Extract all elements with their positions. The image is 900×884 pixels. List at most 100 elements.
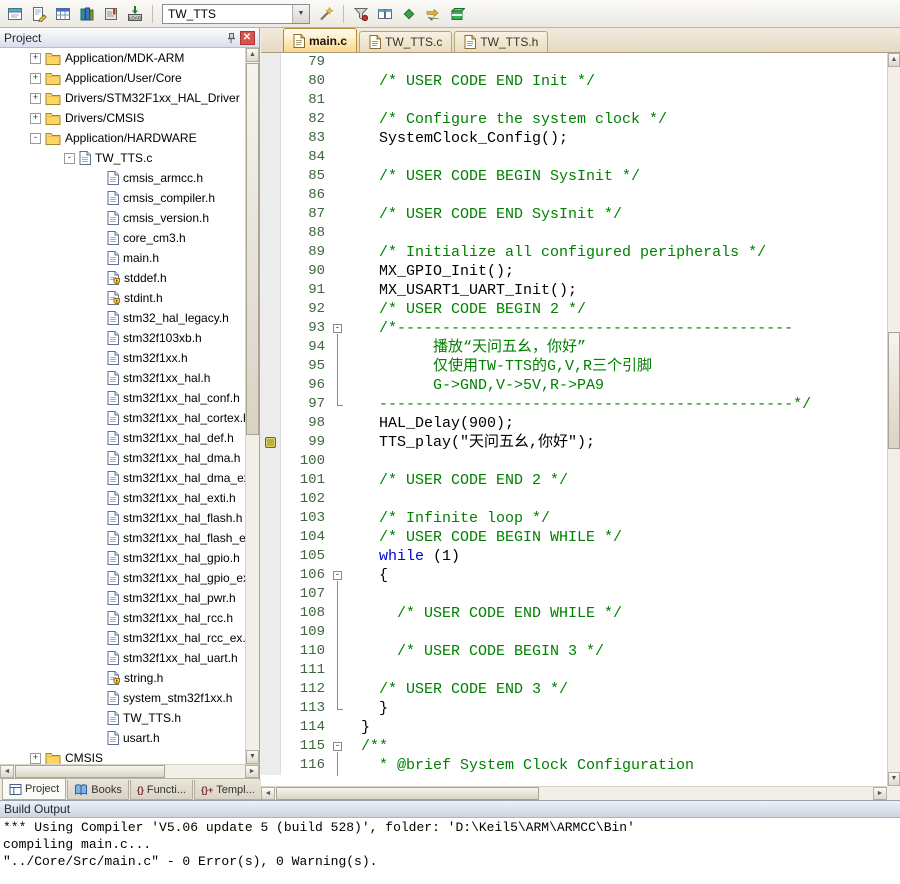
gutter-margin[interactable] (261, 395, 281, 414)
scroll-down-icon[interactable]: ▼ (888, 772, 900, 786)
panel-tab-templ[interactable]: {}+Templ... (194, 780, 262, 800)
tree-item[interactable]: stm32f1xx_hal_pwr.h (0, 588, 245, 608)
gutter-margin[interactable] (261, 756, 281, 775)
tree-item[interactable]: stm32f1xx.h (0, 348, 245, 368)
code-line[interactable]: 91 MX_USART1_UART_Init(); (261, 281, 887, 300)
code-line[interactable]: 109 (261, 623, 887, 642)
tree-item[interactable]: stdint.h (0, 288, 245, 308)
panel-tab-books[interactable]: Books (67, 780, 129, 800)
tree-item[interactable]: string.h (0, 668, 245, 688)
manage-rte-button[interactable] (398, 3, 420, 25)
editor-horizontal-scrollbar[interactable]: ◄ ► (261, 786, 887, 800)
code-line[interactable]: 110 /* USER CODE BEGIN 3 */ (261, 642, 887, 661)
select-software-packs-button[interactable] (422, 3, 444, 25)
gutter-margin[interactable] (261, 737, 281, 756)
fold-column[interactable]: - (331, 566, 345, 585)
gutter-margin[interactable] (261, 281, 281, 300)
tree-item[interactable]: stm32f1xx_hal_rcc.h (0, 608, 245, 628)
gutter-margin[interactable] (261, 452, 281, 471)
tree-expander-icon[interactable]: - (30, 133, 41, 144)
stop-build-button[interactable] (100, 3, 122, 25)
tree-item[interactable]: stm32f1xx_hal_uart.h (0, 648, 245, 668)
tree-item[interactable]: +CMSIS (0, 748, 245, 764)
gutter-margin[interactable] (261, 110, 281, 129)
close-panel-button[interactable]: ✕ (239, 30, 255, 45)
gutter-margin[interactable] (261, 509, 281, 528)
tree-item[interactable]: stm32f1xx_hal_gpio.h (0, 548, 245, 568)
tree-expander-icon[interactable]: + (30, 53, 41, 64)
scroll-right-icon[interactable]: ► (873, 787, 887, 800)
gutter-margin[interactable] (261, 91, 281, 110)
download-to-flash-button[interactable]: LOAD (124, 3, 146, 25)
scrollbar-thumb[interactable] (15, 765, 165, 778)
code-line[interactable]: 111 (261, 661, 887, 680)
gutter-margin[interactable] (261, 585, 281, 604)
code-line[interactable]: 89 /* Initialize all configured peripher… (261, 243, 887, 262)
tree-item[interactable]: stm32f1xx_hal_flash_ex.h (0, 528, 245, 548)
code-line[interactable]: 99 TTS_play("天问五幺,你好"); (261, 433, 887, 452)
gutter-margin[interactable] (261, 224, 281, 243)
code-line[interactable]: 92 /* USER CODE BEGIN 2 */ (261, 300, 887, 319)
tree-item[interactable]: -Application/HARDWARE (0, 128, 245, 148)
fold-column[interactable]: - (331, 319, 345, 338)
tree-item[interactable]: stm32f1xx_hal.h (0, 368, 245, 388)
gutter-margin[interactable] (261, 319, 281, 338)
scrollbar-thumb[interactable] (246, 63, 259, 435)
tree-item[interactable]: stm32f1xx_hal_exti.h (0, 488, 245, 508)
gutter-margin[interactable] (261, 680, 281, 699)
tree-item[interactable]: stddef.h (0, 268, 245, 288)
code-line[interactable]: 82 /* Configure the system clock */ (261, 110, 887, 129)
code-line[interactable]: 105 while (1) (261, 547, 887, 566)
panel-tab-project[interactable]: Project (2, 778, 66, 800)
code-line[interactable]: 106- { (261, 566, 887, 585)
tree-item[interactable]: cmsis_armcc.h (0, 168, 245, 188)
tree-item[interactable]: stm32f103xb.h (0, 328, 245, 348)
code-area[interactable]: 7980 /* USER CODE END Init */8182 /* Con… (261, 53, 887, 786)
options-for-target-button[interactable] (315, 3, 337, 25)
code-line[interactable]: 96 G->GND,V->5V,R->PA9 (261, 376, 887, 395)
gutter-margin[interactable] (261, 205, 281, 224)
gutter-margin[interactable] (261, 300, 281, 319)
editor-vertical-scrollbar[interactable]: ▲ ▼ (887, 53, 900, 786)
gutter-margin[interactable] (261, 338, 281, 357)
code-line[interactable]: 101 /* USER CODE END 2 */ (261, 471, 887, 490)
fold-collapse-icon[interactable]: - (333, 571, 342, 580)
code-line[interactable]: 102 (261, 490, 887, 509)
tree-item[interactable]: stm32f1xx_hal_cortex.h (0, 408, 245, 428)
tree-item[interactable]: stm32f1xx_hal_dma_ex.h (0, 468, 245, 488)
gutter-margin[interactable] (261, 528, 281, 547)
pack-installer-button[interactable] (446, 3, 468, 25)
code-line[interactable]: 116 * @brief System Clock Configuration (261, 756, 887, 775)
scrollbar-thumb[interactable] (888, 332, 900, 449)
fold-column[interactable]: - (331, 737, 345, 756)
code-line[interactable]: 97 -------------------------------------… (261, 395, 887, 414)
code-line[interactable]: 79 (261, 53, 887, 72)
scrollbar-thumb[interactable] (276, 787, 539, 800)
tree-item[interactable]: TW_TTS.h (0, 708, 245, 728)
fold-collapse-icon[interactable]: - (333, 324, 342, 333)
gutter-margin[interactable] (261, 376, 281, 395)
tree-item[interactable]: system_stm32f1xx.h (0, 688, 245, 708)
gutter-margin[interactable] (261, 167, 281, 186)
multi-project-button[interactable] (374, 3, 396, 25)
gutter-margin[interactable] (261, 186, 281, 205)
code-line[interactable]: 85 /* USER CODE BEGIN SysInit */ (261, 167, 887, 186)
file-extensions-button[interactable] (350, 3, 372, 25)
tree-item[interactable]: +Drivers/STM32F1xx_HAL_Driver (0, 88, 245, 108)
code-line[interactable]: 90 MX_GPIO_Init(); (261, 262, 887, 281)
code-line[interactable]: 83 SystemClock_Config(); (261, 129, 887, 148)
tree-item[interactable]: stm32f1xx_hal_flash.h (0, 508, 245, 528)
gutter-margin[interactable] (261, 243, 281, 262)
code-line[interactable]: 115-/** (261, 737, 887, 756)
tree-item[interactable]: +Application/MDK-ARM (0, 48, 245, 68)
gutter-margin[interactable] (261, 148, 281, 167)
document-tab-tw-tts-h[interactable]: TW_TTS.h (454, 31, 548, 52)
tree-horizontal-scrollbar[interactable]: ◄ ► (0, 764, 259, 778)
code-line[interactable]: 80 /* USER CODE END Init */ (261, 72, 887, 91)
tree-item[interactable]: cmsis_version.h (0, 208, 245, 228)
gutter-margin[interactable] (261, 357, 281, 376)
code-line[interactable]: 86 (261, 186, 887, 205)
tree-expander-icon[interactable]: + (30, 753, 41, 764)
code-line[interactable]: 93- /*----------------------------------… (261, 319, 887, 338)
gutter-margin[interactable] (261, 414, 281, 433)
